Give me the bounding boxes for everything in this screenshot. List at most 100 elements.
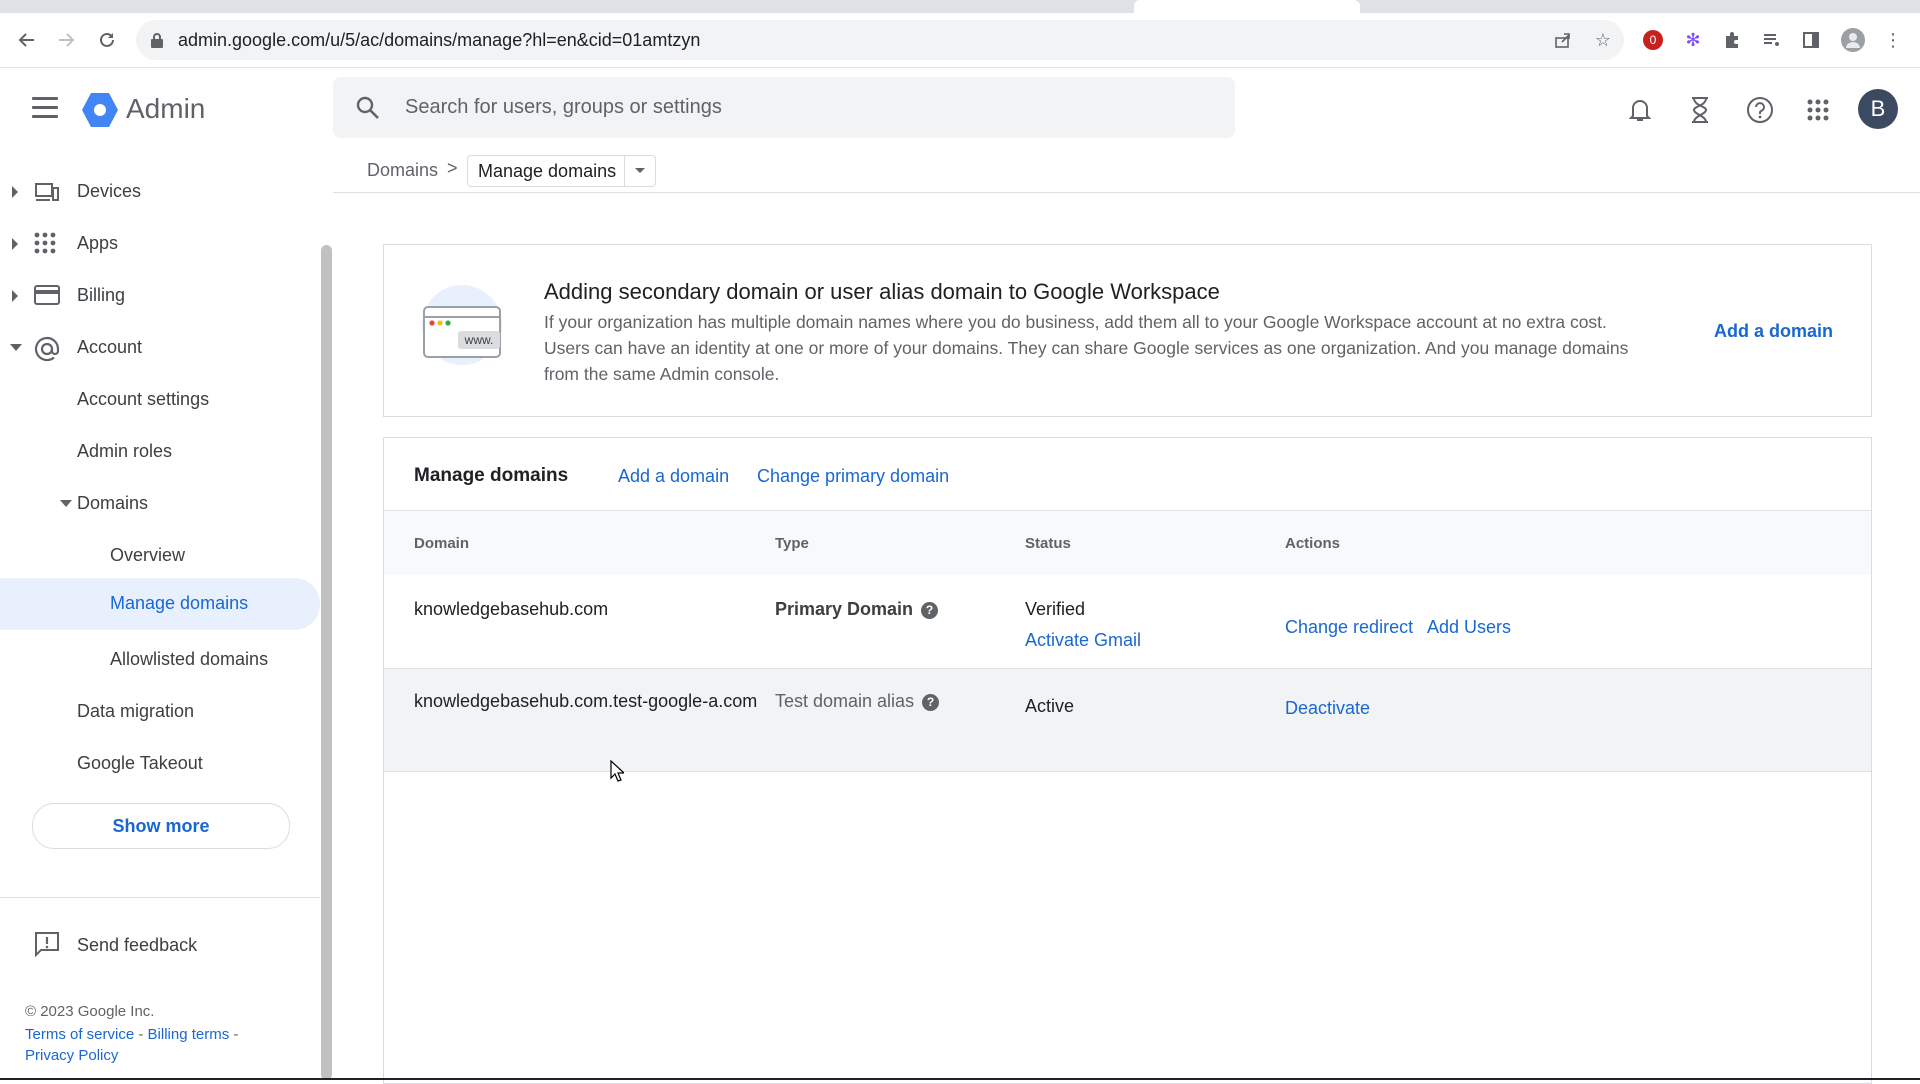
table-row: knowledgebasehub.com.test-google-a.com T… — [384, 669, 1871, 772]
search-box[interactable]: Search for users, groups or settings — [333, 77, 1235, 138]
expand-arrow-icon[interactable] — [12, 186, 18, 198]
main-menu-icon[interactable] — [32, 97, 58, 119]
expand-arrow-icon[interactable] — [12, 238, 18, 250]
media-queue-icon[interactable] — [1759, 27, 1785, 53]
sidebar-item-billing[interactable]: Billing — [0, 272, 320, 320]
billing-terms-link[interactable]: Billing terms — [148, 1026, 230, 1043]
app-name[interactable]: Admin — [126, 93, 205, 125]
forward-icon[interactable] — [53, 27, 79, 53]
collapse-arrow-icon[interactable] — [10, 344, 22, 351]
send-feedback-link[interactable]: Send feedback — [77, 935, 197, 956]
activate-gmail-link[interactable]: Activate Gmail — [1025, 630, 1141, 651]
profile-avatar-icon[interactable] — [1840, 27, 1866, 53]
manage-domains-card: Manage domains Add a domain Change prima… — [383, 437, 1872, 1084]
footer-links: Terms of service - Billing terms - Priva… — [25, 1024, 285, 1066]
at-sign-icon — [34, 336, 60, 362]
copyright-text: © 2023 Google Inc. — [25, 1003, 155, 1020]
extensions-icon[interactable] — [1719, 27, 1745, 53]
snowflake-extension-icon[interactable]: ✻ — [1680, 27, 1706, 53]
help-icon[interactable] — [1742, 92, 1778, 128]
sidebar-item-label: Admin roles — [77, 441, 173, 461]
back-icon[interactable] — [14, 27, 40, 53]
sidebar-item-label: Overview — [110, 545, 186, 565]
sidebar-item-label: Devices — [77, 181, 142, 201]
browser-active-tab[interactable] — [1134, 0, 1360, 13]
footer-separator: - — [134, 1026, 148, 1043]
mouse-cursor-icon — [610, 760, 624, 782]
sidebar-scrollbar[interactable] — [321, 245, 332, 1080]
add-users-link[interactable]: Add Users — [1427, 617, 1511, 638]
sidebar-item-manage-domains[interactable]: Manage domains — [0, 578, 320, 630]
expand-arrow-icon[interactable] — [12, 290, 18, 302]
breadcrumb-current: Manage domains — [478, 161, 617, 181]
side-panel-icon[interactable] — [1798, 27, 1824, 53]
sidebar-item-overview[interactable]: Overview — [0, 532, 320, 580]
search-placeholder: Search for users, groups or settings — [405, 96, 722, 118]
table-header: Domain Type Status Actions — [384, 510, 1871, 576]
extension-badge-icon[interactable]: 0 — [1640, 27, 1666, 53]
sidebar-item-account-settings[interactable]: Account settings — [0, 376, 320, 424]
add-domain-button[interactable]: Add a domain — [1714, 321, 1833, 342]
sidebar-item-label: Data migration — [77, 701, 195, 721]
admin-logo-icon — [82, 93, 118, 127]
sidebar-item-label: Account settings — [77, 389, 210, 409]
sidebar-item-allowlisted-domains[interactable]: Allowlisted domains — [0, 636, 320, 684]
domain-name: knowledgebasehub.com.test-google-a.com — [414, 691, 758, 711]
change-primary-domain-link[interactable]: Change primary domain — [757, 466, 949, 487]
devices-icon — [34, 180, 60, 206]
hourglass-icon[interactable] — [1682, 92, 1718, 128]
extension-badge-count: 0 — [1643, 30, 1663, 50]
lock-icon — [151, 33, 163, 48]
reload-icon[interactable] — [94, 27, 120, 53]
column-header-type[interactable]: Type — [775, 535, 809, 552]
notifications-icon[interactable] — [1622, 92, 1658, 128]
sidebar-item-admin-roles[interactable]: Admin roles — [0, 428, 320, 476]
domain-type: Test domain alias? — [775, 691, 940, 712]
sidebar-item-devices[interactable]: Devices — [0, 168, 320, 216]
domain-status: Verified — [1025, 599, 1086, 619]
terms-link[interactable]: Terms of service — [25, 1026, 134, 1043]
info-card-description: If your organization has multiple domain… — [544, 312, 1629, 384]
deactivate-link[interactable]: Deactivate — [1285, 698, 1370, 719]
feedback-icon[interactable] — [33, 930, 61, 958]
sidebar-item-account[interactable]: Account — [0, 324, 320, 372]
account-avatar[interactable]: B — [1858, 89, 1898, 129]
browser-tab-strip — [0, 0, 1920, 13]
change-redirect-link[interactable]: Change redirect — [1285, 617, 1413, 638]
table-row: knowledgebasehub.com Primary Domain? Ver… — [384, 575, 1871, 669]
help-circle-icon[interactable]: ? — [921, 602, 939, 619]
chevron-down-icon[interactable] — [624, 156, 655, 186]
sidebar-divider — [0, 897, 320, 898]
collapse-arrow-icon[interactable] — [60, 500, 72, 507]
show-more-button[interactable]: Show more — [32, 803, 290, 849]
privacy-link[interactable]: Privacy Policy — [25, 1047, 118, 1064]
breadcrumb-domains[interactable]: Domains — [367, 160, 438, 181]
sidebar-item-label: Apps — [77, 233, 119, 253]
browser-www-illustration: www. — [422, 285, 502, 365]
browser-menu-icon[interactable]: ⋮ — [1880, 27, 1906, 53]
address-bar[interactable]: admin.google.com/u/5/ac/domains/manage?h… — [136, 20, 1624, 60]
sidebar-item-apps[interactable]: Apps — [0, 220, 320, 268]
column-header-status[interactable]: Status — [1025, 535, 1071, 552]
sidebar-item-domains[interactable]: Domains — [0, 480, 320, 528]
star-icon[interactable]: ☆ — [1592, 30, 1614, 52]
illustration-www-text: www. — [464, 333, 494, 347]
breadcrumb-current-select[interactable]: Manage domains — [467, 155, 656, 187]
help-circle-icon[interactable]: ? — [922, 694, 940, 711]
sidebar-item-data-migration[interactable]: Data migration — [0, 688, 320, 736]
add-domain-link[interactable]: Add a domain — [618, 466, 729, 487]
info-card-title: Adding secondary domain or user alias do… — [544, 279, 1220, 304]
apps-grid-icon[interactable] — [1800, 92, 1836, 128]
credit-card-icon — [34, 284, 60, 310]
sidebar-item-google-takeout[interactable]: Google Takeout — [0, 740, 320, 788]
column-header-domain[interactable]: Domain — [414, 535, 469, 552]
sidebar-item-label: Account — [77, 337, 143, 357]
sidebar-item-label: Manage domains — [110, 593, 249, 613]
search-icon — [356, 96, 379, 119]
domain-type: Primary Domain? — [775, 599, 939, 620]
domain-type-label: Test domain alias — [775, 691, 915, 711]
sidebar-item-label: Domains — [77, 493, 149, 513]
share-icon[interactable] — [1552, 30, 1574, 52]
info-card: www. Adding secondary domain or user ali… — [383, 244, 1872, 417]
url-text: admin.google.com/u/5/ac/domains/manage?h… — [178, 30, 701, 50]
